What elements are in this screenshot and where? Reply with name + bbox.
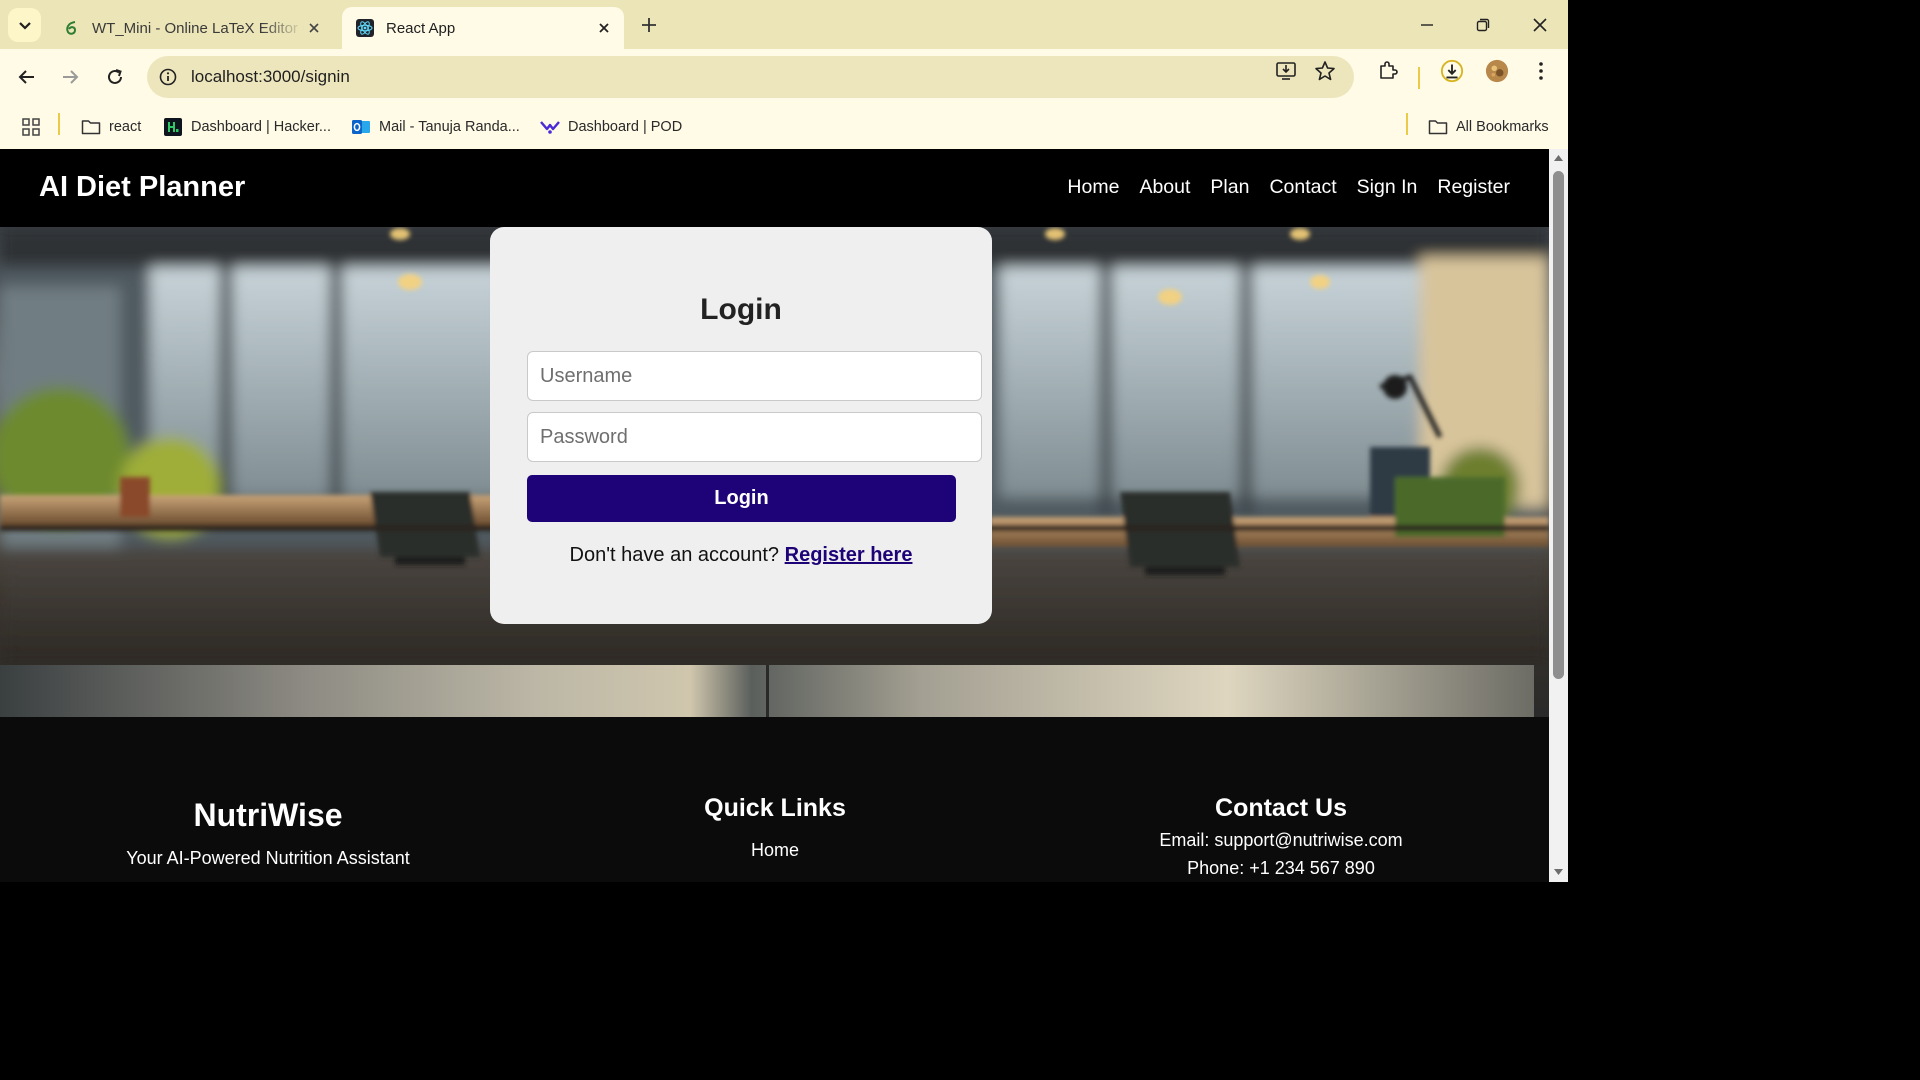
- close-window-button[interactable]: [1525, 10, 1555, 40]
- site-brand[interactable]: AI Diet Planner: [39, 171, 245, 204]
- username-input[interactable]: [527, 351, 982, 401]
- tab-search-button[interactable]: [8, 8, 41, 42]
- footer-brand: NutriWise: [193, 797, 343, 833]
- install-app-icon[interactable]: [1274, 59, 1298, 83]
- bookmarks-bar: react Dashboard | Hacker... Mail - Tanuj…: [0, 105, 1568, 149]
- page-scrollbar[interactable]: [1549, 149, 1568, 882]
- tab-strip: WT_Mini - Online LaTeX Editor Overleaf R…: [0, 0, 1568, 49]
- overleaf-icon: [62, 19, 80, 37]
- bookmark-label: Dashboard | POD: [568, 119, 683, 135]
- footer-contact: Contact Us Email: support@nutriwise.com …: [1111, 717, 1451, 879]
- bookmark-pod[interactable]: Dashboard | POD: [540, 115, 682, 139]
- new-tab-button[interactable]: [636, 12, 662, 38]
- nav-links: Home About Plan Contact Sign In Register: [1067, 176, 1510, 199]
- bookmark-outlook[interactable]: Mail - Tanuja Randa...: [351, 115, 520, 139]
- toolbar-divider: [1418, 67, 1420, 89]
- arrow-left-icon: [18, 70, 34, 84]
- profile-avatar[interactable]: [1485, 59, 1509, 83]
- login-card: Login Login Don't have an account? Regis…: [490, 227, 992, 624]
- password-input[interactable]: [527, 412, 982, 462]
- reload-icon: [108, 69, 122, 84]
- page-viewport: AI Diet Planner Home About Plan Contact …: [0, 149, 1549, 882]
- close-tab-icon[interactable]: [304, 18, 324, 38]
- tab-overleaf[interactable]: WT_Mini - Online LaTeX Editor Overleaf: [48, 7, 334, 49]
- footer-email: Email: support@nutriwise.com: [1159, 830, 1403, 850]
- background-repeat-strip: [0, 665, 1534, 717]
- close-tab-icon[interactable]: [594, 18, 614, 38]
- folder-icon: [1428, 117, 1448, 137]
- minimize-icon: [1421, 24, 1433, 26]
- tab-title: WT_Mini - Online LaTeX Editor Overleaf: [92, 19, 304, 37]
- menu-kebab-icon[interactable]: [1529, 59, 1553, 83]
- register-link[interactable]: Register here: [785, 544, 913, 566]
- footer-brand-column: NutriWise Your AI-Powered Nutrition Assi…: [68, 717, 468, 869]
- nav-link-register[interactable]: Register: [1437, 176, 1510, 199]
- nav-link-home[interactable]: Home: [1067, 176, 1119, 199]
- bookmark-label: react: [109, 119, 142, 135]
- contact-title: Contact Us: [1215, 794, 1347, 822]
- footer-tagline: Your AI-Powered Nutrition Assistant: [126, 848, 410, 868]
- hackerrank-icon: [163, 117, 183, 137]
- footer-quick-links: Quick Links Home: [625, 717, 925, 861]
- bookmark-label: Dashboard | Hacker...: [191, 119, 331, 135]
- restore-button[interactable]: [1468, 10, 1498, 40]
- bookmarks-divider: [1406, 113, 1408, 135]
- back-button[interactable]: [13, 63, 41, 91]
- folder-icon: [81, 117, 101, 137]
- minimize-button[interactable]: [1412, 10, 1442, 40]
- nav-link-sign-in[interactable]: Sign In: [1357, 176, 1418, 199]
- bookmark-hackerrank[interactable]: Dashboard | Hacker...: [163, 115, 331, 139]
- apps-grid-icon[interactable]: [21, 115, 41, 139]
- site-navbar: AI Diet Planner Home About Plan Contact …: [0, 149, 1549, 227]
- all-bookmarks-label: All Bookmarks: [1456, 119, 1549, 135]
- quick-links-title: Quick Links: [704, 794, 846, 822]
- react-icon: [356, 19, 374, 37]
- footer-phone: Phone: +1 234 567 890: [1187, 858, 1375, 878]
- extensions-icon[interactable]: [1376, 59, 1400, 83]
- outlook-icon: [351, 117, 371, 137]
- bookmark-label: Mail - Tanuja Randa...: [379, 119, 520, 135]
- nav-link-contact[interactable]: Contact: [1269, 176, 1336, 199]
- site-footer: NutriWise Your AI-Powered Nutrition Assi…: [0, 717, 1549, 882]
- register-prompt: Don't have an account? Register here: [490, 544, 992, 567]
- download-icon[interactable]: [1440, 59, 1464, 83]
- forward-button[interactable]: [56, 63, 84, 91]
- browser-toolbar: localhost:3000/signin: [0, 49, 1568, 105]
- arrow-right-icon: [63, 70, 79, 84]
- all-bookmarks-button[interactable]: All Bookmarks: [1428, 115, 1549, 139]
- url-text: localhost:3000/signin: [191, 67, 350, 86]
- pod-icon: [540, 117, 560, 137]
- register-prompt-text: Don't have an account?: [569, 544, 780, 566]
- login-button[interactable]: Login: [527, 475, 956, 522]
- restore-icon: [1476, 18, 1490, 32]
- tab-react-app[interactable]: React App: [342, 7, 624, 49]
- plus-icon: [642, 18, 656, 32]
- address-bar[interactable]: localhost:3000/signin: [147, 56, 1354, 98]
- bookmarks-divider: [58, 113, 60, 135]
- close-icon: [1533, 18, 1547, 32]
- bookmark-react[interactable]: react: [81, 115, 141, 139]
- scrollbar-thumb[interactable]: [1553, 171, 1564, 679]
- site-info-icon[interactable]: [158, 67, 178, 87]
- chevron-down-icon: [18, 22, 31, 30]
- nav-link-plan[interactable]: Plan: [1210, 176, 1249, 199]
- login-title: Login: [700, 293, 782, 326]
- bookmark-star-icon[interactable]: [1313, 59, 1337, 83]
- reload-button[interactable]: [101, 63, 129, 91]
- scroll-up-arrow-icon[interactable]: [1553, 153, 1564, 162]
- scroll-down-arrow-icon[interactable]: [1553, 868, 1564, 877]
- nav-link-about[interactable]: About: [1139, 176, 1190, 199]
- tab-title: React App: [386, 19, 456, 37]
- footer-link-home[interactable]: Home: [625, 840, 925, 861]
